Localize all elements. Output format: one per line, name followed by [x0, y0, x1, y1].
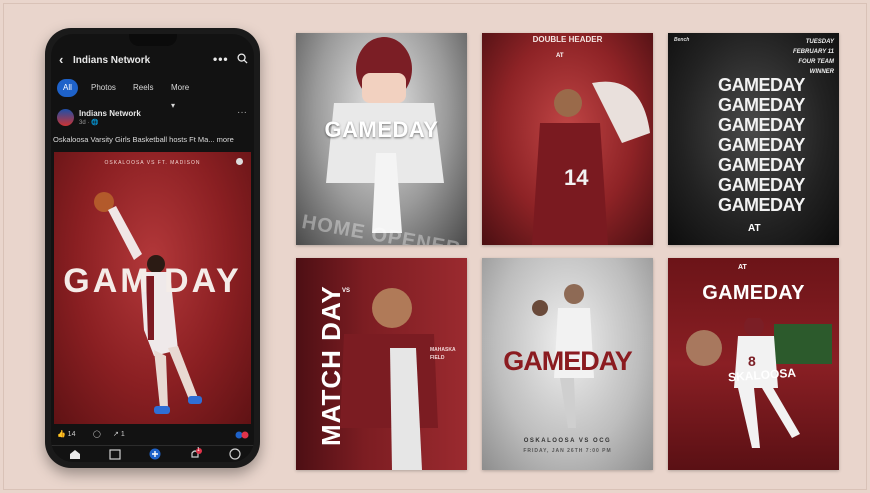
poster-title: GAMEDAY [503, 346, 633, 376]
more-dots-icon[interactable]: ••• [213, 52, 229, 66]
post-author[interactable]: Indians Network [79, 109, 141, 118]
share-count: 1 [120, 431, 125, 438]
poster-gameday-football[interactable]: AT GAMEDAY 8 SKALOOSA [668, 258, 839, 470]
poster-gameday-ocg[interactable]: GAMEDAY OSKALOOSA VS OCG FRIDAY, JAN 26T… [482, 258, 653, 470]
tab-reels[interactable]: Reels [127, 79, 159, 97]
menu-icon[interactable] [227, 448, 243, 460]
poster-title: GAMEDAY [324, 117, 439, 142]
post-caption: Oskaloosa Varsity Girls Basketball hosts… [53, 135, 234, 144]
poster-title: GAMEDAY [702, 282, 805, 304]
marketplace-icon[interactable] [107, 448, 123, 460]
poster-at-label: AT [748, 223, 761, 234]
post-options-icon[interactable]: ··· [237, 107, 247, 118]
share-icon: ↗ [113, 431, 119, 438]
script-line: FEBRUARY 11 [792, 49, 834, 55]
stack-line: GAMEDAY [718, 195, 805, 215]
stack-line: GAMEDAY [718, 95, 805, 115]
poster-subtitle: OSKALOOSA VS OCG [523, 438, 612, 444]
poster-double-header[interactable]: DOUBLE HEADER AT 14 [482, 33, 653, 245]
poster-gameday-stack[interactable]: Bench TUESDAY FEBRUARY 11 FOUR TEAM WINN… [668, 33, 839, 245]
stack-line: GAMEDAY [718, 75, 805, 95]
post-header: Indians Network 3d · 🌐 ··· [57, 107, 249, 133]
poster-header: DOUBLE HEADER [532, 35, 603, 44]
like-button[interactable]: 👍 14 [57, 430, 75, 438]
bottom-nav: 1 [51, 445, 254, 462]
poster-date: FRIDAY, JAN 26TH 7:00 PM [523, 448, 612, 454]
poster-at-label: AT [738, 264, 747, 271]
team-logo-icon [236, 158, 243, 165]
back-arrow-icon[interactable]: ‹ [59, 52, 63, 67]
script-line: FOUR TEAM WINNER [798, 59, 834, 75]
post-meta: 3d · 🌐 [79, 120, 99, 126]
notification-badge: 1 [197, 447, 200, 453]
feed-icon[interactable] [147, 448, 163, 460]
script-line: TUESDAY [805, 39, 834, 45]
stack-line: GAMEDAY [718, 175, 805, 195]
tab-more-label: More [171, 83, 190, 92]
phone-mockup: ‹ Indians Network ••• All Photos Reels M… [45, 28, 260, 468]
poster-corner-text: Bench [674, 37, 690, 43]
avatar[interactable] [57, 109, 74, 126]
comment-icon[interactable]: ◯ [93, 430, 101, 438]
tab-more[interactable]: More ▾ [165, 79, 195, 110]
jersey-number: 8 [748, 353, 756, 369]
poster-match-day[interactable]: VS MATCH DAY MAHASKA FIELD [296, 258, 467, 470]
like-count: 14 [67, 431, 76, 438]
stack-line: GAMEDAY [718, 155, 805, 175]
stack-line: GAMEDAY [718, 115, 805, 135]
tab-all[interactable]: All [57, 79, 78, 97]
basketball-player-figure: 14 [532, 81, 650, 245]
phone-screen: ‹ Indians Network ••• All Photos Reels M… [51, 34, 254, 462]
poster-vertical-title: MATCH DAY [316, 285, 346, 446]
like-icon: 👍 [57, 431, 66, 438]
phone-notch [129, 34, 177, 46]
search-icon[interactable] [237, 53, 248, 64]
post-image-title: GAM DAY [63, 262, 242, 300]
post-image[interactable]: OSKALOOSA VS FT. MADISON GAM DAY [54, 152, 251, 424]
share-button[interactable]: ↗ 1 [113, 430, 125, 438]
football-player-figure: 8 [686, 318, 832, 448]
poster-script-text: TUESDAY FEBRUARY 11 FOUR TEAM WINNER [778, 37, 834, 77]
post-actions-bar: 👍 14 ◯ ↗ 1 [57, 430, 249, 444]
poster-stacked-title: GAMEDAY GAMEDAY GAMEDAY GAMEDAY GAMEDAY … [718, 75, 805, 215]
poster-home-opener[interactable]: GAMEDAY HOME OPENER [296, 33, 467, 245]
notifications-icon[interactable] [187, 448, 203, 460]
tab-photos[interactable]: Photos [85, 79, 122, 97]
fb-page-header: ‹ Indians Network ••• [51, 48, 254, 72]
reactions-icon[interactable] [235, 431, 249, 439]
post-image-subtitle: OSKALOOSA VS FT. MADISON [104, 160, 201, 166]
poster-at-label: AT [556, 53, 564, 59]
poster-side-text: MAHASKA FIELD [430, 347, 456, 361]
page-title: Indians Network [73, 55, 151, 66]
home-icon[interactable] [67, 448, 83, 460]
jersey-number: 14 [564, 165, 589, 190]
stack-line: GAMEDAY [718, 135, 805, 155]
collage-background: ‹ Indians Network ••• All Photos Reels M… [0, 0, 870, 493]
